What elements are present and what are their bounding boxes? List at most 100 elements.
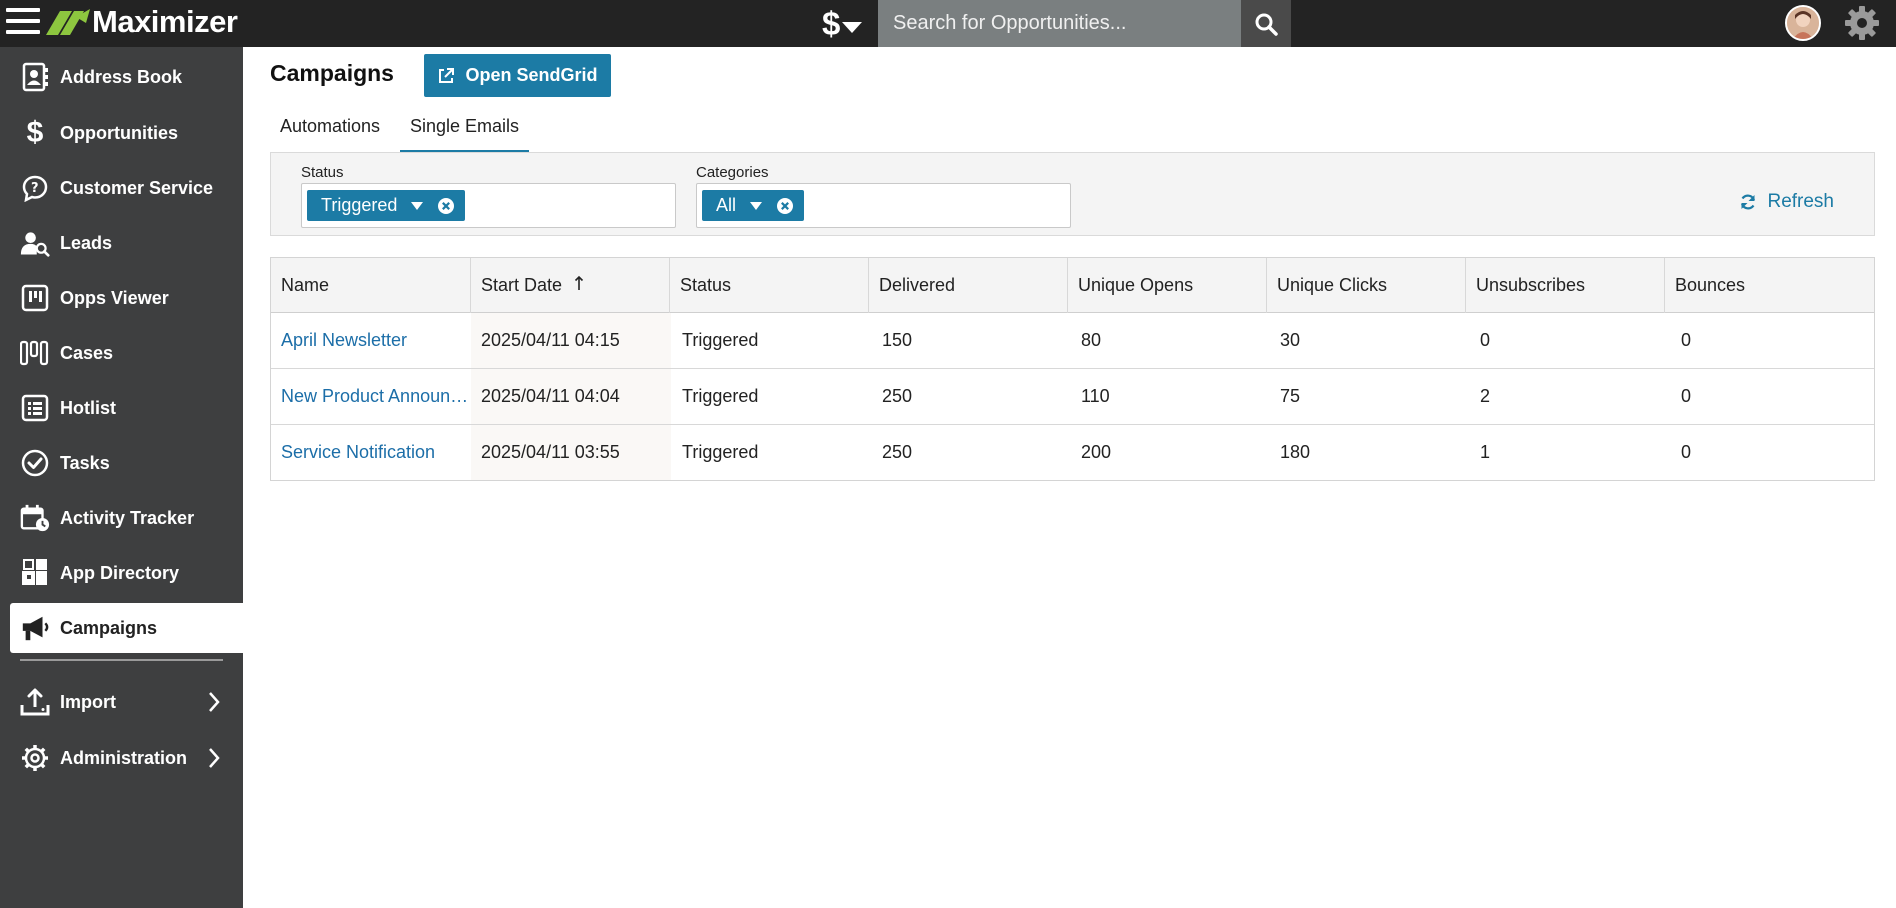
opps-viewer-icon (20, 283, 50, 313)
user-avatar[interactable] (1785, 5, 1821, 41)
chevron-right-icon (209, 748, 220, 768)
refresh-button[interactable]: Refresh (1739, 191, 1834, 213)
activity-tracker-icon (20, 503, 50, 533)
search-icon (1255, 13, 1278, 36)
column-header-label: Start Date (481, 275, 563, 295)
start-date-cell: 2025/04/11 03:55 (471, 425, 671, 480)
status-filter-chip[interactable]: Triggered (307, 190, 466, 221)
filter-panel: Status Triggered Categories All Refresh (270, 152, 1875, 236)
sidebar-item-label: App Directory (60, 562, 180, 583)
status-cell: Triggered (682, 386, 759, 406)
customer-service-icon: ? (20, 173, 50, 203)
unique-clicks-cell: 75 (1280, 386, 1301, 406)
table-row[interactable]: Service Notification 2025/04/11 03:55 Tr… (271, 425, 1874, 481)
sidebar: Address Book $ Opportunities ? Customer … (0, 47, 243, 908)
categories-filter-field[interactable]: All (696, 183, 1071, 228)
sidebar-item-leads[interactable]: Leads (10, 218, 243, 268)
sidebar-item-label: Cases (60, 342, 114, 363)
search-input[interactable] (878, 0, 1241, 47)
refresh-label: Refresh (1767, 191, 1834, 212)
campaigns-table: Name Start Date Status Delivered Unique … (270, 257, 1875, 481)
column-header-bounces[interactable]: Bounces (1665, 258, 1874, 313)
campaign-name-link[interactable]: Service Notification (271, 425, 469, 480)
delivered-cell: 150 (882, 330, 913, 350)
clear-filter-icon[interactable] (437, 197, 455, 215)
app-logo[interactable]: Maximizer (46, 3, 238, 41)
sidebar-item-address-book[interactable]: Address Book (10, 52, 243, 102)
sidebar-item-label: Import (60, 691, 116, 712)
unique-opens-cell: 80 (1081, 330, 1102, 350)
settings-button[interactable] (1843, 4, 1881, 42)
column-header-unsubscribes[interactable]: Unsubscribes (1466, 258, 1665, 313)
sort-ascending-icon[interactable] (574, 275, 584, 291)
column-header-label: Bounces (1675, 275, 1746, 295)
caret-down-icon[interactable] (750, 201, 763, 210)
maximizer-logo-icon (46, 9, 90, 35)
sidebar-item-administration[interactable]: Administration (10, 733, 243, 783)
column-header-start-date[interactable]: Start Date (471, 258, 670, 313)
search-button[interactable] (1241, 0, 1291, 47)
caret-down-icon[interactable] (411, 201, 424, 210)
refresh-icon (1741, 194, 1756, 210)
table-row[interactable]: New Product Announcement 2025/04/11 04:0… (271, 369, 1874, 425)
status-filter-value: Triggered (321, 195, 398, 215)
tab-bar: Automations Single Emails (270, 108, 530, 152)
status-filter-label: Status (301, 164, 344, 181)
status-cell: Triggered (682, 442, 759, 462)
column-header-status[interactable]: Status (670, 258, 869, 313)
sidebar-item-import[interactable]: Import (10, 677, 243, 727)
table-header: Name Start Date Status Delivered Unique … (271, 258, 1874, 313)
unique-clicks-cell: 30 (1280, 330, 1301, 350)
sidebar-item-cases[interactable]: Cases (10, 328, 243, 378)
unsubscribes-cell: 0 (1480, 330, 1491, 350)
column-header-label: Unsubscribes (1476, 275, 1586, 295)
sidebar-divider (20, 659, 223, 661)
column-header-label: Delivered (879, 275, 956, 295)
tab-automations[interactable]: Automations (270, 108, 400, 152)
hamburger-menu-icon[interactable] (6, 8, 40, 38)
chevron-right-icon (209, 692, 220, 712)
sidebar-item-activity-tracker[interactable]: Activity Tracker (10, 493, 243, 543)
page-title: Campaigns (270, 60, 394, 86)
sidebar-item-app-directory[interactable]: App Directory (10, 548, 243, 598)
megaphone-icon (20, 613, 50, 643)
sidebar-item-customer-service[interactable]: ? Customer Service (10, 163, 243, 213)
status-filter-field[interactable]: Triggered (301, 183, 676, 228)
dollar-icon: $ (822, 5, 841, 42)
campaign-name-link[interactable]: New Product Announcement (271, 369, 469, 424)
sidebar-item-label: Customer Service (60, 177, 214, 198)
column-header-name[interactable]: Name (271, 258, 471, 313)
sidebar-item-label: Address Book (60, 66, 183, 87)
external-link-icon (439, 67, 455, 83)
delivered-cell: 250 (882, 386, 913, 406)
bounces-cell: 0 (1681, 330, 1692, 350)
start-date-cell: 2025/04/11 04:04 (471, 369, 671, 424)
hotlist-icon (20, 393, 50, 423)
column-header-unique-clicks[interactable]: Unique Clicks (1267, 258, 1466, 313)
categories-filter-chip[interactable]: All (702, 190, 805, 221)
tab-single-emails[interactable]: Single Emails (400, 108, 530, 152)
sidebar-item-opportunities[interactable]: $ Opportunities (10, 108, 243, 158)
leads-icon (20, 228, 50, 258)
sidebar-item-label: Opps Viewer (60, 287, 169, 308)
unsubscribes-cell: 2 (1480, 386, 1491, 406)
table-row[interactable]: April Newsletter 2025/04/11 04:15 Trigge… (271, 313, 1874, 369)
sidebar-item-campaigns[interactable]: Campaigns (10, 603, 243, 653)
gear-icon (20, 743, 50, 773)
sidebar-item-label: Leads (60, 232, 113, 253)
sidebar-item-hotlist[interactable]: Hotlist (10, 383, 243, 433)
sidebar-item-opps-viewer[interactable]: Opps Viewer (10, 273, 243, 323)
column-header-label: Unique Opens (1078, 275, 1194, 295)
open-sendgrid-button[interactable]: Open SendGrid (424, 54, 611, 97)
app-directory-icon (20, 558, 50, 588)
categories-filter-label: Categories (696, 164, 769, 181)
unsubscribes-cell: 1 (1480, 442, 1491, 462)
clear-filter-icon[interactable] (776, 197, 794, 215)
column-header-unique-opens[interactable]: Unique Opens (1068, 258, 1267, 313)
delivered-cell: 250 (882, 442, 913, 462)
campaign-name-link[interactable]: April Newsletter (271, 313, 469, 368)
open-sendgrid-label: Open SendGrid (465, 65, 598, 85)
column-header-delivered[interactable]: Delivered (869, 258, 1068, 313)
module-switcher[interactable]: $ (822, 4, 872, 44)
sidebar-item-tasks[interactable]: Tasks (10, 438, 243, 488)
